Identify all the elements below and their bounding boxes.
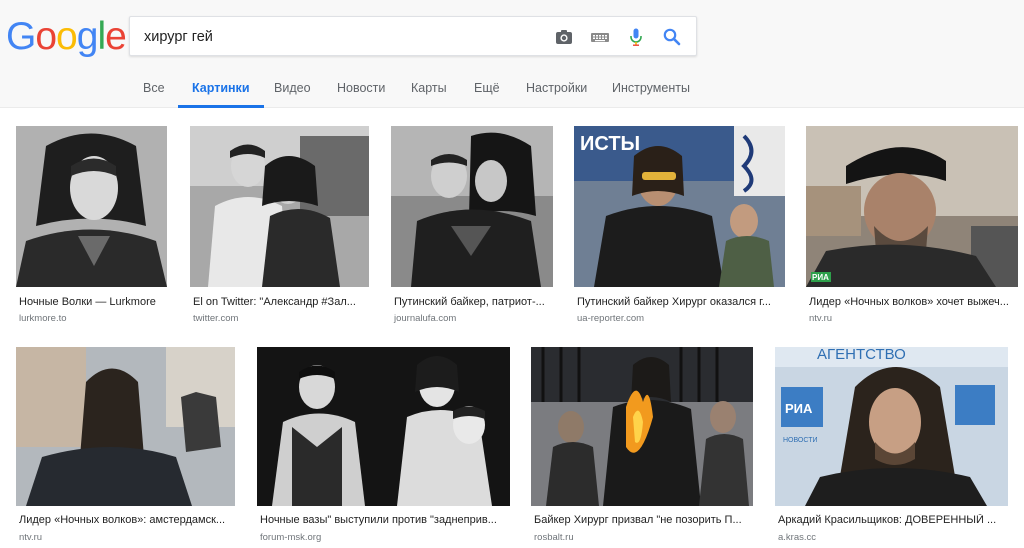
tab-maps[interactable]: Карты xyxy=(411,70,447,108)
logo-subtext: НОВОСТИ xyxy=(783,437,818,444)
banner-text: АГЕНТСТВО xyxy=(817,347,906,363)
image-result[interactable]: АГЕНТСТВО РИА НОВОСТИ Аркадий Красильщик… xyxy=(775,347,1011,547)
keyboard-icon[interactable] xyxy=(590,27,610,47)
image-result[interactable]: Ночные Волки — Lurkmore lurkmore.to xyxy=(16,126,172,326)
image-result[interactable]: El on Twitter: "Александр #Зал... twitte… xyxy=(190,126,370,326)
result-title[interactable]: El on Twitter: "Александр #Зал... xyxy=(193,296,369,308)
result-source: journalufa.com xyxy=(394,313,457,324)
camera-icon[interactable] xyxy=(554,27,574,47)
result-thumbnail[interactable] xyxy=(531,347,753,506)
result-title[interactable]: Путинский байкер Хирург оказался г... xyxy=(577,296,781,308)
result-title[interactable]: Путинский байкер, патриот-... xyxy=(394,296,552,308)
logo-letter-e: e xyxy=(105,15,127,58)
result-title[interactable]: Ночные Волки — Lurkmore xyxy=(19,296,169,308)
result-thumbnail[interactable] xyxy=(16,347,235,506)
tab-tools[interactable]: Инструменты xyxy=(612,70,690,108)
result-source: ntv.ru xyxy=(809,313,833,324)
result-source: twitter.com xyxy=(193,313,239,324)
image-result[interactable]: Лидер «Ночных волков»: амстердамск... nt… xyxy=(16,347,238,547)
logo-text: РИА xyxy=(785,401,813,416)
logo-letter-o1: o xyxy=(35,15,57,58)
result-source: forum-msk.org xyxy=(260,532,322,543)
result-source: ua-reporter.com xyxy=(577,313,645,324)
watermark-text: РИА xyxy=(812,273,829,282)
result-thumbnail[interactable]: АГЕНТСТВО РИА НОВОСТИ xyxy=(775,347,1008,506)
search-input[interactable] xyxy=(144,17,524,57)
result-title[interactable]: Лидер «Ночных волков» хочет выжеч... xyxy=(809,296,1015,308)
result-source: lurkmore.to xyxy=(19,313,67,324)
tab-all[interactable]: Все xyxy=(143,70,165,108)
search-tabs: Все Картинки Видео Новости Карты Ещё Нас… xyxy=(0,70,1024,108)
result-thumbnail[interactable] xyxy=(391,126,553,287)
logo-letter-l: l xyxy=(97,15,106,58)
mic-icon[interactable] xyxy=(626,27,646,47)
result-thumbnail[interactable]: РИА xyxy=(806,126,1018,287)
result-title[interactable]: Ночные вазы" выступили против "заднеприв… xyxy=(260,514,508,526)
result-title[interactable]: Байкер Хирург призвал "не позорить П... xyxy=(534,514,752,526)
result-source: a.kras.cc xyxy=(778,532,817,543)
logo-letter-g2: g xyxy=(76,15,99,58)
logo-letter-o2: o xyxy=(56,15,78,58)
result-thumbnail[interactable]: ИСТЫ xyxy=(574,126,785,287)
image-result[interactable]: Байкер Хирург призвал "не позорить П... … xyxy=(531,347,757,547)
header: Google Все Картинки Видео Новости Карты … xyxy=(0,0,1024,108)
result-source: ntv.ru xyxy=(19,532,43,543)
image-result[interactable]: Ночные вазы" выступили против "заднеприв… xyxy=(257,347,513,547)
logo-letter-g1: G xyxy=(6,15,36,58)
tab-images[interactable]: Картинки xyxy=(178,70,264,108)
image-result[interactable]: Путинский байкер, патриот-... journalufa… xyxy=(391,126,555,326)
tab-video[interactable]: Видео xyxy=(274,70,311,108)
result-thumbnail[interactable] xyxy=(16,126,167,287)
tab-settings[interactable]: Настройки xyxy=(526,70,587,108)
tab-more[interactable]: Ещё xyxy=(474,70,500,108)
tab-news[interactable]: Новости xyxy=(337,70,385,108)
banner-text: ИСТЫ xyxy=(580,133,640,155)
search-box xyxy=(129,16,697,57)
result-title[interactable]: Лидер «Ночных волков»: амстердамск... xyxy=(19,514,233,526)
result-source: rosbalt.ru xyxy=(534,532,574,543)
result-thumbnail[interactable] xyxy=(257,347,510,506)
google-logo[interactable]: Google xyxy=(6,15,127,59)
image-result[interactable]: РИА Лидер «Ночных волков» хочет выжеч...… xyxy=(806,126,1020,326)
search-icon[interactable] xyxy=(662,27,682,47)
image-result[interactable]: ИСТЫ Путинский байкер Хирург оказался г.… xyxy=(574,126,788,326)
result-thumbnail[interactable] xyxy=(190,126,369,287)
result-title[interactable]: Аркадий Красильщиков: ДОВЕРЕННЫЙ ... xyxy=(778,514,1006,526)
